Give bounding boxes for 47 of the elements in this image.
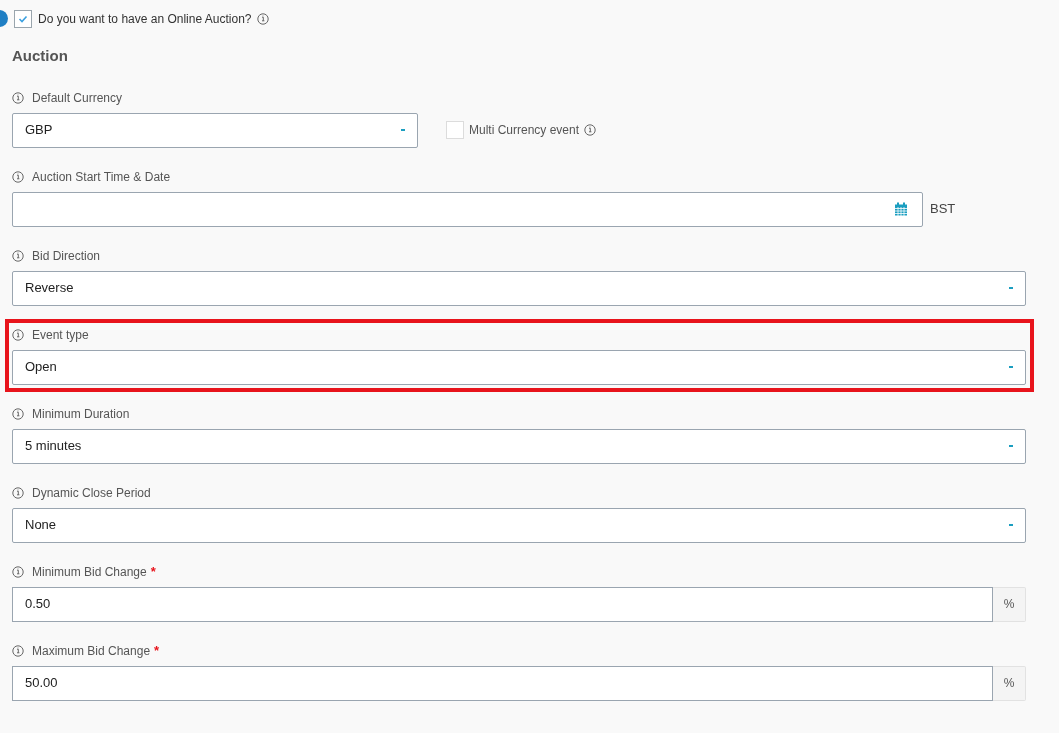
checkbox-label: Do you want to have an Online Auction? (38, 10, 252, 28)
caret-icon (1009, 524, 1013, 526)
info-icon (257, 12, 270, 25)
section-title: Auction (12, 46, 68, 66)
field-label: Minimum Bid Change (32, 563, 147, 581)
calendar-icon[interactable] (894, 202, 908, 216)
field-label: Dynamic Close Period (32, 484, 151, 502)
info-icon (12, 91, 24, 104)
percent-addon: % (993, 665, 1026, 701)
field-label: Event type (32, 326, 89, 344)
number-field[interactable]: 0.50 (12, 586, 993, 622)
required-mark: * (150, 562, 156, 581)
select-field[interactable]: Open (12, 349, 1026, 385)
check-icon (18, 14, 28, 23)
info-icon (12, 407, 24, 420)
checkbox-label: Multi Currency event (469, 122, 580, 139)
caret-icon (1009, 445, 1013, 447)
select-value: Reverse (25, 279, 74, 298)
number-field[interactable]: 50.00 (12, 665, 993, 701)
checkbox[interactable] (14, 9, 32, 28)
select-field[interactable]: Reverse (12, 270, 1026, 306)
info-icon (12, 644, 24, 657)
select-field[interactable]: None (12, 507, 1026, 543)
info-icon (12, 170, 24, 183)
select-field[interactable]: GBP (12, 112, 418, 148)
caret-icon (401, 129, 405, 131)
field-label: Bid Direction (32, 247, 101, 265)
caret-icon (1009, 287, 1013, 289)
info-icon (12, 486, 24, 499)
select-field[interactable]: 5 minutes (12, 428, 1026, 464)
select-value: GBP (25, 121, 53, 140)
date-time-field[interactable] (12, 191, 923, 227)
field-label: Auction Start Time & Date (32, 168, 171, 186)
percent-addon: % (993, 586, 1026, 622)
info-icon (584, 124, 597, 136)
select-value: None (25, 516, 57, 535)
field-label: Default Currency (32, 89, 123, 107)
select-value: Open (25, 358, 57, 377)
info-icon (12, 249, 24, 262)
info-icon (12, 565, 24, 578)
field-label: Maximum Bid Change (32, 642, 151, 660)
info-icon (12, 328, 24, 341)
field-label: Minimum Duration (32, 405, 130, 423)
select-value: 5 minutes (25, 437, 82, 456)
caret-icon (1009, 366, 1013, 368)
timezone-label: BST (930, 200, 956, 219)
required-mark: * (154, 641, 160, 660)
